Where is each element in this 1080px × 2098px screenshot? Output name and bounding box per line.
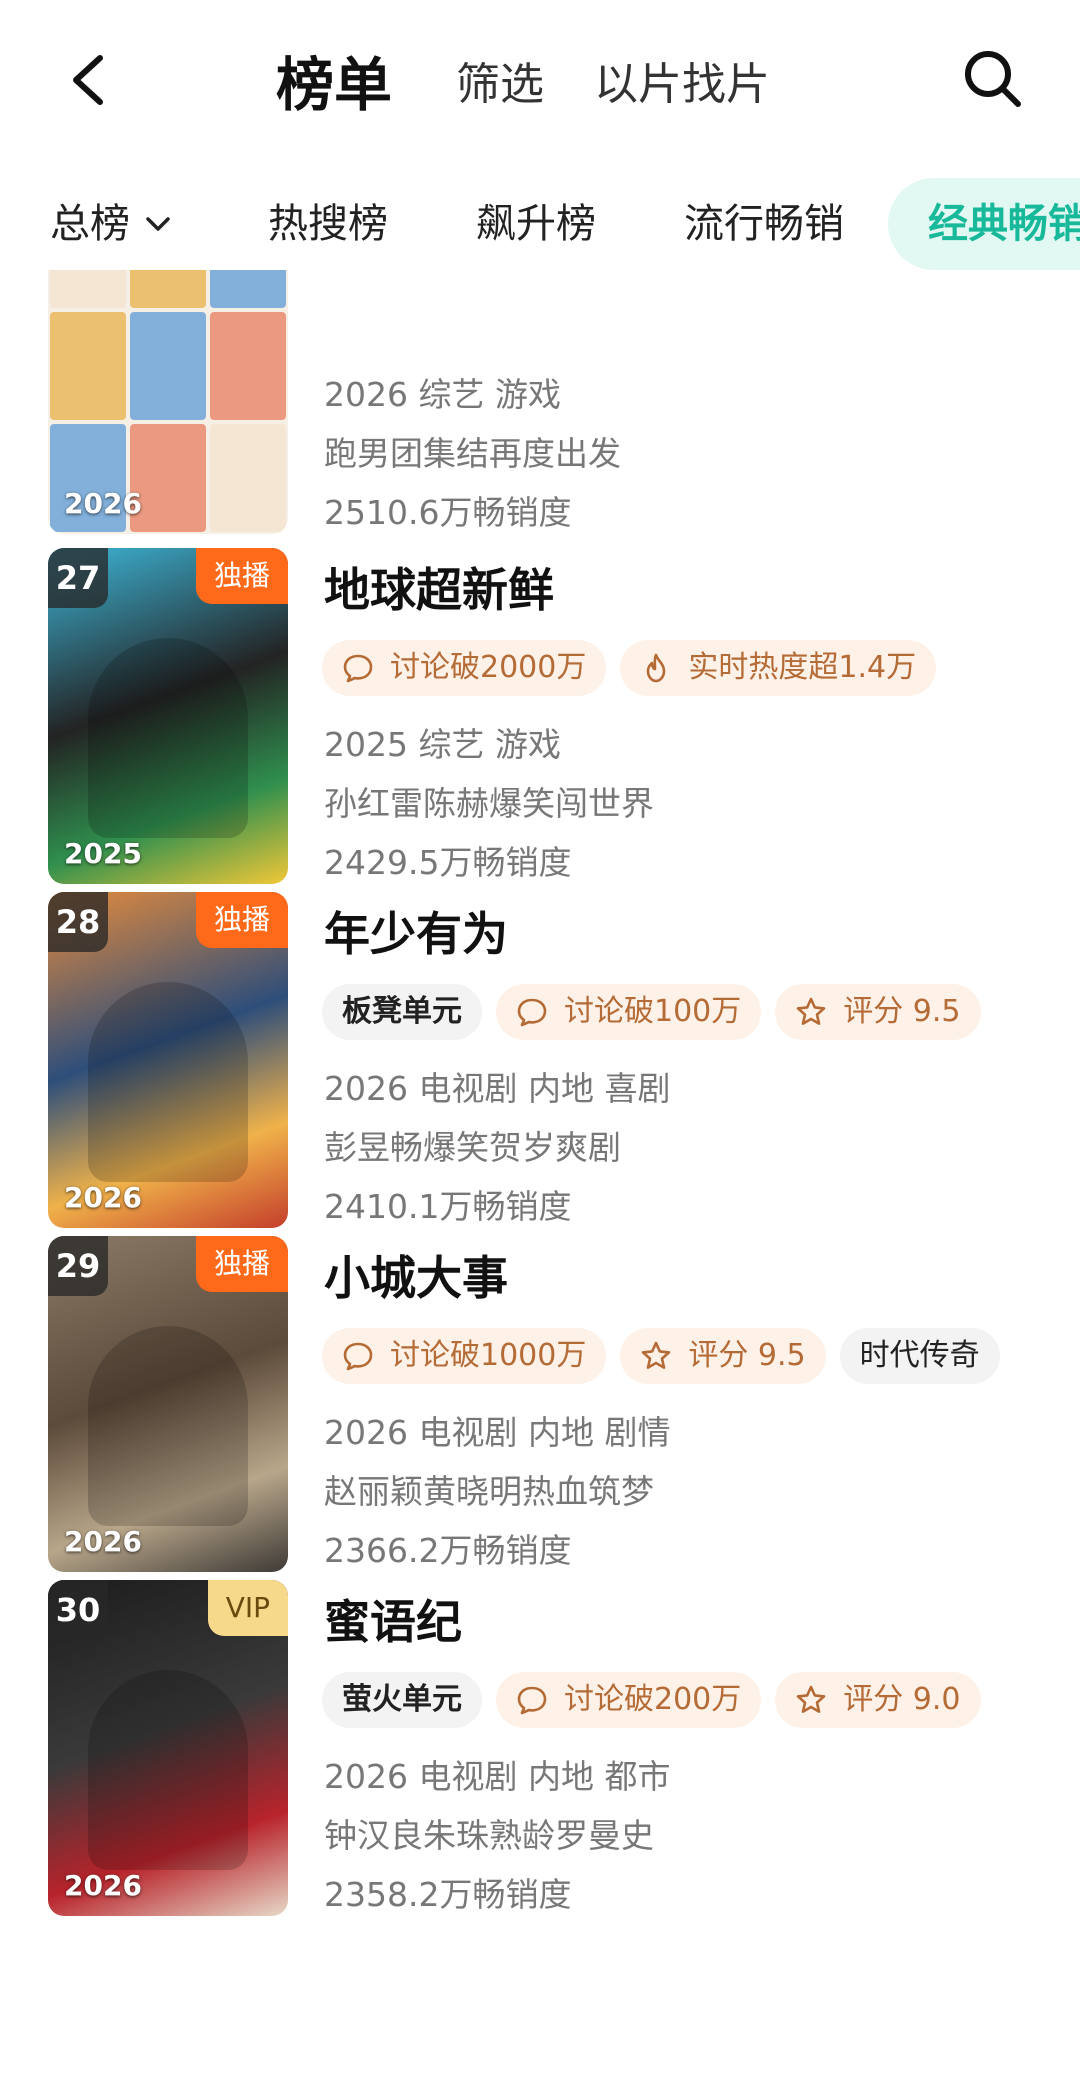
corner-badge: 独播 [195,548,288,604]
item-genre: 2026 电视剧 内地 剧情 [324,1413,671,1452]
tag-chip: 讨论破1000万 [322,1328,607,1384]
poster-year: 2026 [64,1869,142,1902]
chat-bubble-icon [516,996,556,1028]
corner-badge: 独播 [195,892,288,948]
tag-label: 评分 9.0 [843,1682,961,1717]
search-icon[interactable] [960,46,1026,112]
item-sales: 2429.5万畅销度 [324,843,572,882]
header-tabs: 榜单 筛选 以片找片 [276,38,820,122]
poster-year: 2026 [64,1525,142,1558]
item-genre: 2026 综艺 游戏 [324,375,561,414]
poster-thumbnail[interactable]: 29 独播 2026 [48,1236,288,1572]
tag-label: 讨论破2000万 [390,650,587,685]
tab-find-by-film[interactable]: 以片找片 [594,48,770,112]
tag-chip: 讨论破100万 [496,984,762,1040]
list-item[interactable]: 2026 2026 综艺 游戏跑男团集结再度出发 2510.6万畅销度 [0,270,1080,538]
tag-chip: 评分 9.0 [775,1672,981,1728]
tag-row: 板凳单元 讨论破100万 评分 9.5 [322,984,995,1040]
item-genre: 2026 电视剧 内地 都市 [324,1757,671,1796]
tag-row: 讨论破1000万 评分 9.5 时代传奇 [322,1328,1014,1384]
list-item[interactable]: 29 独播 2026 小城大事讨论破1000万 评分 9.5 时代传奇 2026 电视剧 内… [0,1236,1080,1576]
chevron-down-icon [146,217,170,231]
item-sales: 2366.2万畅销度 [324,1531,572,1570]
tag-label: 讨论破100万 [564,994,742,1029]
rank-badge: 27 [48,548,108,608]
tag-chip: 板凳单元 [322,984,482,1040]
corner-badge: VIP [207,1580,288,1636]
list-item[interactable]: 28 独播 2026 年少有为板凳单元 讨论破100万 评分 9.5 2026 电视剧 内地… [0,892,1080,1232]
chat-bubble-icon [342,1340,382,1372]
category-total-dropdown[interactable]: 总榜 [50,178,174,270]
item-sales: 2410.1万畅销度 [324,1187,572,1226]
corner-badge: 独播 [195,1236,288,1292]
tag-chip: 讨论破2000万 [322,640,607,696]
tag-label: 萤火单元 [342,1682,462,1717]
tag-chip: 时代传奇 [839,1328,1000,1384]
star-icon [795,1684,835,1716]
category-hot-search[interactable]: 热搜榜 [268,178,388,270]
tab-ranking[interactable]: 榜单 [276,38,392,122]
rank-badge: 28 [48,892,108,952]
poster-year: 2026 [64,487,142,520]
rank-badge: 30 [48,1580,108,1640]
tag-chip: 评分 9.5 [775,984,981,1040]
tab-filter[interactable]: 筛选 [456,48,544,112]
poster-thumbnail[interactable]: 30 VIP 2026 [48,1580,288,1916]
back-arrow-icon[interactable] [60,50,120,110]
item-description: 跑男团集结再度出发 [324,434,621,473]
tag-chip: 讨论破200万 [496,1672,762,1728]
item-genre: 2025 综艺 游戏 [324,725,561,764]
star-icon [640,1340,680,1372]
item-genre: 2026 电视剧 内地 喜剧 [324,1069,671,1108]
tag-label: 评分 9.5 [843,994,961,1029]
category-rising[interactable]: 飙升榜 [476,178,596,270]
item-description: 孙红雷陈赫爆笑闯世界 [324,784,654,823]
item-title[interactable]: 小城大事 [324,1242,508,1308]
item-sales: 2358.2万畅销度 [324,1875,572,1914]
tag-label: 板凳单元 [342,994,462,1029]
item-description: 赵丽颖黄晓明热血筑梦 [324,1472,654,1511]
tag-chip: 评分 9.5 [620,1328,826,1384]
top-bar: 榜单 筛选 以片找片 [0,0,1080,160]
list-item[interactable]: 27 独播 2025 地球超新鲜讨论破2000万 实时热度超1.4万 2025 综艺 游戏… [0,548,1080,888]
poster-thumbnail[interactable]: 28 独播 2026 [48,892,288,1228]
tag-label: 评分 9.5 [688,1338,806,1373]
rank-badge: 29 [48,1236,108,1296]
tag-label: 时代传奇 [859,1338,980,1373]
category-popular-sales[interactable]: 流行畅销 [684,178,844,270]
list-item[interactable]: 30 VIP 2026 蜜语纪萤火单元 讨论破200万 评分 9.0 2026 电视剧 内地… [0,1580,1080,1920]
star-icon [795,996,835,1028]
category-classic-sales[interactable]: 经典畅销 [888,178,1080,270]
tag-row: 讨论破2000万 实时热度超1.4万 [322,640,950,696]
flame-icon [640,652,680,684]
category-tabs: 总榜 热搜榜 飙升榜 流行畅销 经典畅销 [0,178,1080,270]
item-description: 彭昱畅爆笑贺岁爽剧 [324,1128,621,1167]
tag-row: 萤火单元 讨论破200万 评分 9.0 [322,1672,995,1728]
item-title[interactable]: 蜜语纪 [324,1586,462,1652]
poster-year: 2025 [64,837,142,870]
chat-bubble-icon [342,652,382,684]
tag-label: 讨论破1000万 [390,1338,587,1373]
poster-year: 2026 [64,1181,142,1214]
tag-label: 讨论破200万 [564,1682,742,1717]
poster-thumbnail[interactable]: 27 独播 2025 [48,548,288,884]
tag-label: 实时热度超1.4万 [688,650,917,685]
item-description: 钟汉良朱珠熟龄罗曼史 [324,1816,654,1855]
chat-bubble-icon [516,1684,556,1716]
tag-chip: 实时热度超1.4万 [620,640,937,696]
item-title[interactable]: 地球超新鲜 [324,554,554,620]
item-title[interactable]: 年少有为 [324,898,508,964]
poster-thumbnail[interactable]: 2026 [48,270,288,534]
item-sales: 2510.6万畅销度 [324,493,572,532]
tag-chip: 萤火单元 [322,1672,482,1728]
category-total-label: 总榜 [50,201,130,247]
ranking-list: 2026 2026 综艺 游戏跑男团集结再度出发 2510.6万畅销度 27 独播 202… [0,270,1080,2098]
